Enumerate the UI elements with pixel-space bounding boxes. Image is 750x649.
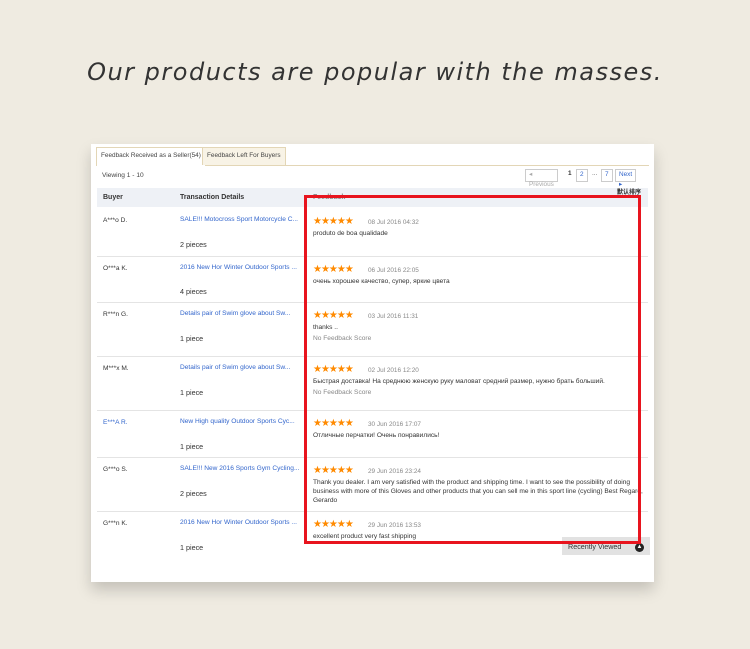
transaction-link[interactable]: New High quality Outdoor Sports Cyc... xyxy=(180,417,305,426)
page-1[interactable]: 1 xyxy=(565,169,575,180)
tab-left-for-buyers[interactable]: Feedback Left For Buyers xyxy=(202,147,286,165)
transaction-link[interactable]: Details pair of Swim glove about Sw... xyxy=(180,363,305,372)
quantity: 4 pieces xyxy=(180,287,207,296)
buyer-name: A***o D. xyxy=(103,217,128,224)
quantity: 1 piece xyxy=(180,543,204,552)
page-ellipsis: ... xyxy=(589,169,601,180)
next-page-button[interactable]: Next ▸ xyxy=(615,169,637,188)
transaction-link[interactable]: Details pair of Swim glove about Sw... xyxy=(180,309,305,318)
page-2[interactable]: 2 xyxy=(576,169,588,182)
viewing-range: Viewing 1 - 10 xyxy=(102,172,144,179)
quantity: 1 piece xyxy=(180,334,204,343)
page-7[interactable]: 7 xyxy=(601,169,613,182)
quantity: 2 pieces xyxy=(180,240,207,249)
chevron-up-icon: ▲ xyxy=(635,543,644,552)
buyer-name: R***n G. xyxy=(103,311,128,318)
buyer-name: M***x M. xyxy=(103,365,129,372)
quantity: 1 piece xyxy=(180,442,204,451)
quantity: 1 piece xyxy=(180,388,204,397)
transaction-link[interactable]: 2016 New Hor Winter Outdoor Sports ... xyxy=(180,263,305,272)
transaction-link[interactable]: 2016 New Hor Winter Outdoor Sports ... xyxy=(180,518,305,527)
quantity: 2 pieces xyxy=(180,489,207,498)
previous-page-button[interactable]: ◂ Previous xyxy=(525,169,558,188)
feedback-tabs: Feedback Received as a Seller(54) Feedba… xyxy=(96,147,649,166)
transaction-link[interactable]: SALE!!! New 2016 Sports Gym Cycling... xyxy=(180,464,305,473)
transaction-link[interactable]: SALE!!! Motocross Sport Motorcycle C... xyxy=(180,215,305,224)
tab-received-as-seller[interactable]: Feedback Received as a Seller(54) xyxy=(96,147,206,166)
highlight-box xyxy=(304,195,641,544)
buyer-name: O***a K. xyxy=(103,265,128,272)
headline: Our products are popular with the masses… xyxy=(87,58,663,86)
buyer-name[interactable]: E***A R. xyxy=(103,419,128,426)
header-transaction-details: Transaction Details xyxy=(180,194,245,201)
buyer-name: G***n K. xyxy=(103,520,128,527)
header-buyer: Buyer xyxy=(103,194,123,201)
buyer-name: G***o S. xyxy=(103,466,128,473)
